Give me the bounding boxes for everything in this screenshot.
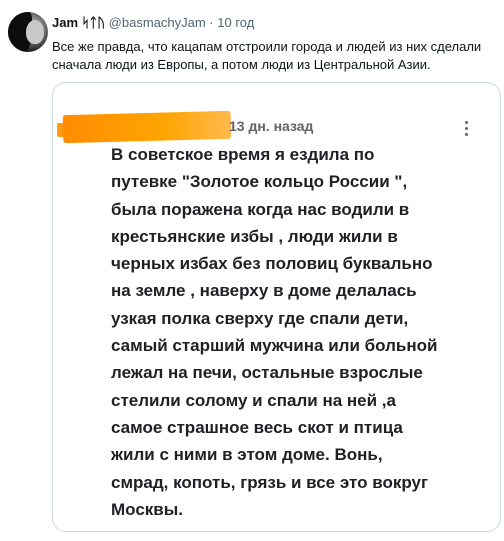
more-vertical-icon[interactable] <box>461 121 471 141</box>
comment-time-ago: 13 дн. назад <box>229 118 314 134</box>
avatar[interactable] <box>8 12 48 52</box>
header-separator: · <box>209 15 214 30</box>
tweet-time[interactable]: 10 год <box>217 15 254 30</box>
author-name[interactable]: Jam ᛋᛏᚢ <box>52 15 105 30</box>
tweet[interactable]: Jam ᛋᛏᚢ @basmachyJam · 10 год Все же пра… <box>0 0 504 541</box>
avatar-face <box>26 20 44 44</box>
quoted-screenshot[interactable]: 13 дн. назад В советское время я ездила … <box>52 82 501 532</box>
comment-body: В советское время я ездила по путевке "З… <box>111 145 438 519</box>
tweet-text: Все же правда, что кацапам отстроили гор… <box>52 39 482 72</box>
redaction-mark <box>62 110 232 144</box>
tweet-header: Jam ᛋᛏᚢ @basmachyJam · 10 год <box>52 14 254 32</box>
author-handle[interactable]: @basmachyJam <box>109 15 206 30</box>
